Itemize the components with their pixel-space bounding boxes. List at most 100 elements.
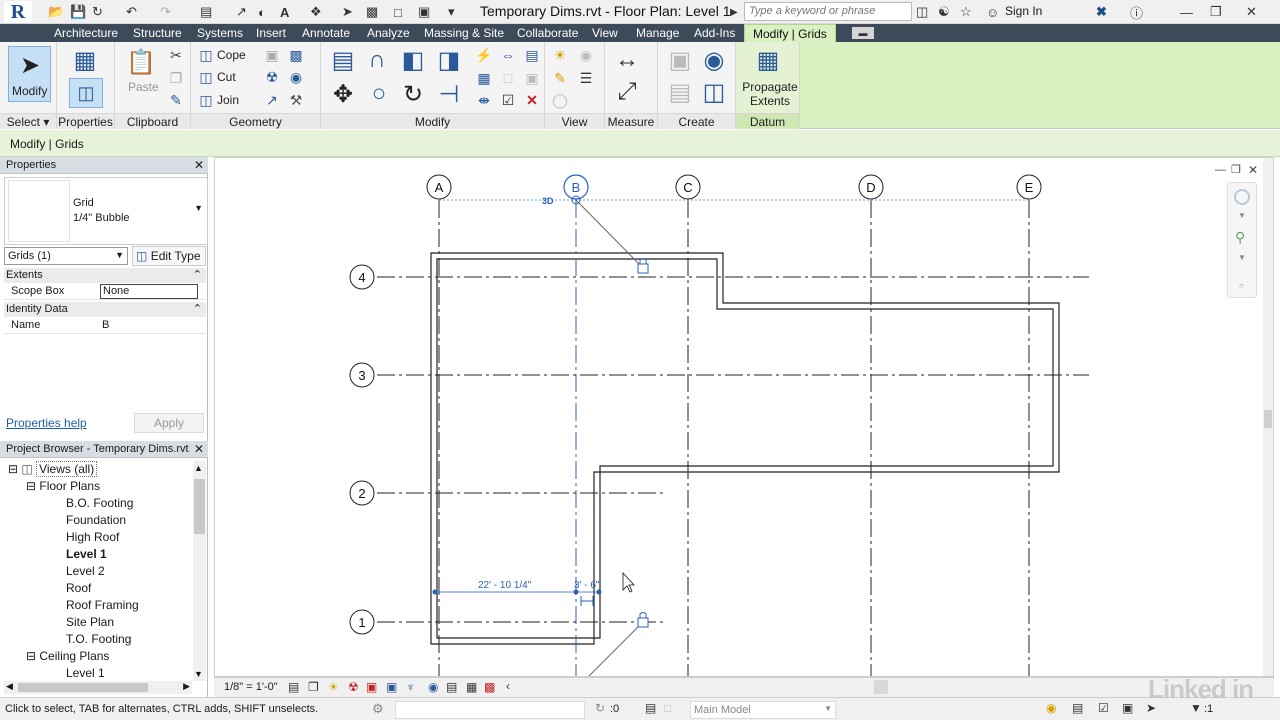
unpin-icon[interactable]: ▣ — [523, 69, 541, 87]
zoom-dropdown-icon[interactable]: ▼ — [1238, 253, 1246, 262]
mirror-draw-icon[interactable]: ◨ — [433, 44, 465, 76]
tab-architecture[interactable]: Architecture — [54, 24, 118, 42]
join-icon[interactable]: ◫ — [197, 91, 215, 109]
canvas-vscroll-thumb[interactable] — [1264, 410, 1272, 428]
open-icon[interactable]: 📂 — [48, 3, 64, 21]
cut-geometry-icon[interactable]: ◫ — [197, 68, 215, 86]
propagate-extents-icon[interactable]: ▦ — [752, 44, 784, 76]
linework-icon[interactable]: ☰ — [577, 69, 595, 87]
section-icon[interactable]: ➤ — [342, 3, 353, 21]
create-assembly-icon[interactable]: ▣ — [664, 44, 696, 76]
temp-dimension-right-text[interactable]: 3' - 6" — [574, 580, 600, 591]
scale-icon[interactable]: □ — [499, 69, 517, 87]
design-options-icon[interactable]: ▤ — [645, 701, 656, 715]
minimize-icon[interactable]: — — [1180, 3, 1193, 21]
type-selector[interactable]: Grid 1/4" Bubble ▼ — [4, 177, 208, 245]
shadows-icon[interactable]: ☢ — [348, 680, 359, 694]
tree-item-ceiling-level-1[interactable]: Level 1 — [66, 666, 105, 680]
temp-dimension-left-text[interactable]: 22' - 10 1/4" — [478, 580, 532, 591]
browser-vscroll-thumb[interactable] — [194, 479, 205, 534]
design-option-select[interactable]: Main Model ▼ — [690, 701, 836, 719]
print-icon[interactable]: ▤ — [200, 3, 212, 21]
beam-joins-icon[interactable]: ↗ — [263, 91, 281, 109]
copy-element-icon[interactable]: ○ — [363, 78, 395, 110]
restore-icon[interactable]: ❐ — [1210, 3, 1222, 21]
view-minimize-icon[interactable]: — — [1215, 164, 1226, 176]
tab-analyze[interactable]: Analyze — [367, 24, 410, 42]
show-crop-icon[interactable]: ▣ — [386, 680, 397, 694]
select-underlay-icon[interactable]: ▤ — [1072, 701, 1083, 715]
view-bar-scroll-left-icon[interactable]: ‹ — [506, 679, 510, 693]
tree-item-site-plan[interactable]: Site Plan — [66, 615, 114, 629]
browser-hscroll-thumb[interactable] — [18, 683, 148, 692]
identity-group-header[interactable]: Identity Data ⌃ — [4, 302, 206, 317]
sync-icon[interactable]: ↻ — [92, 3, 103, 21]
close-hidden-icon[interactable]: □ — [394, 3, 402, 21]
override-icon[interactable]: ◯ — [551, 91, 569, 109]
split-icon[interactable]: ⚡ — [475, 46, 493, 64]
tab-insert[interactable]: Insert — [256, 24, 286, 42]
browser-close-icon[interactable]: ✕ — [194, 441, 204, 458]
hide-icon[interactable]: ◉ — [577, 46, 595, 64]
scroll-left-icon[interactable]: ◀ — [6, 681, 13, 692]
dimension-grip-left[interactable] — [432, 589, 438, 595]
exchange-icon[interactable]: ✖ — [1096, 3, 1107, 21]
text-qat-icon[interactable]: A — [280, 3, 289, 21]
hammer-icon[interactable]: ⚒ — [287, 91, 305, 109]
detail-level-icon[interactable]: ▤ — [288, 680, 299, 694]
thin-lines-icon[interactable]: ▩ — [366, 3, 378, 21]
dimension-drag-icon[interactable] — [580, 596, 594, 606]
search-input[interactable]: Type a keyword or phrase — [744, 2, 912, 21]
demolish-icon[interactable]: ☢ — [263, 68, 281, 86]
steering-wheel-icon[interactable] — [1234, 189, 1250, 205]
subscription-icon[interactable]: ☯ — [938, 3, 950, 21]
qat-dropdown-icon[interactable]: ▾ — [448, 3, 455, 21]
create-group-icon[interactable]: ▤ — [664, 76, 696, 108]
array-icon[interactable]: ▦ — [475, 69, 493, 87]
properties-toggle-icon[interactable]: ◫ — [69, 78, 103, 108]
search-expand-icon[interactable]: ▶ — [730, 3, 738, 21]
dimension-qat-icon[interactable]: ◐ — [258, 3, 266, 21]
pin-icon[interactable]: ☑ — [499, 91, 517, 109]
redo-icon[interactable]: ↷ — [160, 3, 171, 21]
trim-multiple-icon[interactable]: ▤ — [523, 46, 541, 64]
3d-view-icon[interactable]: ❖ — [310, 3, 322, 21]
aligned-dimension-icon[interactable]: ⤢ — [611, 76, 643, 108]
close-icon[interactable]: ✕ — [1246, 3, 1257, 21]
delete-icon[interactable]: ✕ — [523, 91, 541, 109]
select-pinned-icon[interactable]: ☑ — [1098, 701, 1109, 715]
trim-single-icon[interactable]: ⇼ — [475, 91, 493, 109]
tree-item-to-footing[interactable]: T.O. Footing — [66, 632, 131, 646]
tab-view[interactable]: View — [592, 24, 618, 42]
wall-joins-icon[interactable]: ▣ — [263, 46, 281, 64]
reveal-hidden-icon[interactable]: ▤ — [446, 680, 457, 694]
select-links-icon[interactable]: ◉ — [1046, 701, 1056, 715]
tree-item-level-1[interactable]: Level 1 — [66, 547, 107, 561]
browser-vscrollbar[interactable]: ▲ ▼ — [193, 461, 206, 681]
ribbon-toggle-icon[interactable]: ▬ — [852, 27, 874, 39]
select-by-face-icon[interactable]: ▣ — [1122, 701, 1133, 715]
scope-box-field[interactable]: None — [100, 284, 198, 299]
tree-ceiling-plans[interactable]: ⊟ Ceiling Plans — [26, 649, 109, 663]
exclude-options-icon[interactable]: □ — [664, 701, 671, 715]
floor-plan-drawing[interactable]: A B C D E 4 3 2 1 3D 22' - 10 1/4" 3' - … — [215, 158, 1273, 676]
scroll-down-icon[interactable]: ▼ — [194, 669, 203, 679]
editing-requests-icon[interactable]: ↻ — [595, 701, 605, 715]
cut-geometry-label[interactable]: Cut — [217, 70, 236, 84]
create-similar-icon[interactable]: ◫ — [698, 76, 730, 108]
tab-structure[interactable]: Structure — [133, 24, 182, 42]
save-icon[interactable]: 💾 — [70, 3, 86, 21]
analytical-model-icon[interactable]: ▩ — [484, 680, 495, 694]
properties-help-link[interactable]: Properties help — [6, 416, 87, 430]
star-icon[interactable]: ☆ — [960, 3, 972, 21]
workset-field[interactable] — [395, 701, 585, 719]
tree-item-roof[interactable]: Roof — [66, 581, 91, 595]
tab-modify-grids[interactable]: Modify | Grids — [744, 24, 836, 42]
tab-collaborate[interactable]: Collaborate — [517, 24, 578, 42]
app-logo-icon[interactable]: R — [4, 1, 32, 23]
paste-icon[interactable]: 📋 — [125, 46, 157, 78]
tree-item-high-roof[interactable]: High Roof — [66, 530, 119, 544]
tab-add-ins[interactable]: Add-Ins — [694, 24, 735, 42]
offset-icon[interactable]: ∩ — [361, 44, 393, 76]
copy-icon[interactable]: ❐ — [167, 69, 185, 87]
